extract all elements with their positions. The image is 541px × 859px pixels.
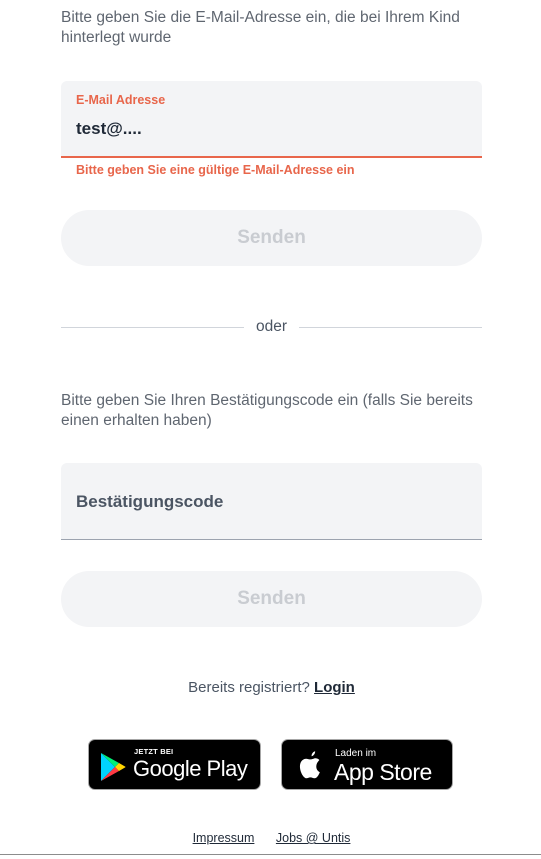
google-play-small-text: JETZT BEI [134,747,174,756]
jobs-link[interactable]: Jobs @ Untis [276,831,351,845]
email-field-label: E-Mail Adresse [76,93,166,107]
login-prompt: Bereits registriert? Login [61,679,482,696]
divider-line-right [299,326,482,328]
login-prompt-text: Bereits registriert? [188,679,310,696]
send-email-button[interactable]: Senden [61,210,482,266]
divider-label: oder [255,318,288,335]
footer: Impressum Jobs @ Untis [61,831,482,845]
email-intro-text: Bitte geben Sie die E-Mail-Adresse ein, … [61,9,460,46]
email-error-message: Bitte geben Sie eine gültige E-Mail-Adre… [76,163,355,177]
confirmation-code-field[interactable]: Bestätigungscode [61,463,482,540]
google-play-badge[interactable]: JETZT BEI Google Play [88,739,261,790]
google-play-icon [101,753,126,781]
imprint-link[interactable]: Impressum [193,831,255,845]
send-code-button[interactable]: Senden [61,571,482,627]
or-divider: oder [61,316,482,338]
login-link[interactable]: Login [314,679,355,696]
app-store-big-text: App Store [334,759,432,785]
app-store-small-text: Laden im [335,748,377,759]
divider-line-left [61,326,244,328]
page-bottom-divider [0,854,541,855]
app-store-badge[interactable]: Laden im App Store [281,739,453,790]
google-play-big-text: Google Play [133,756,248,781]
confirmation-code-input[interactable]: Bestätigungscode [76,492,223,512]
code-intro-text: Bitte geben Sie Ihren Bestätigungscode e… [61,392,473,429]
apple-icon [299,751,320,779]
email-field[interactable]: E-Mail Adresse test@.... [61,81,482,158]
email-input[interactable]: test@.... [76,119,142,139]
